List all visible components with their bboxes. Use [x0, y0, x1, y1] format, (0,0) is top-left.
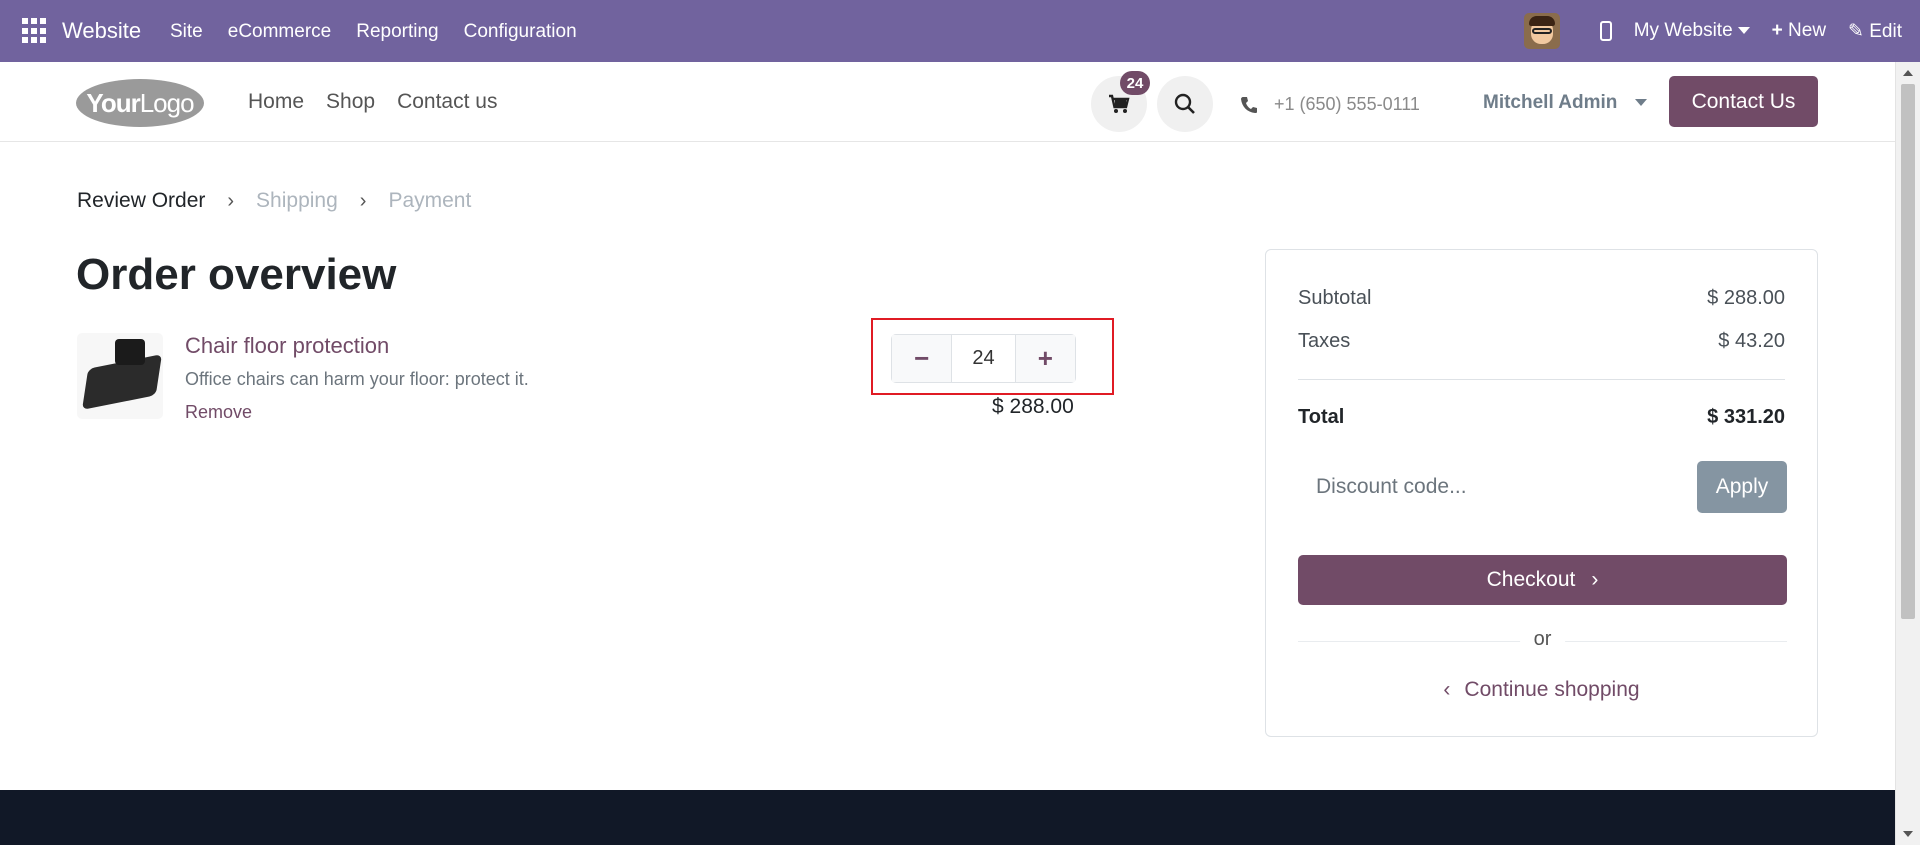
user-name: Mitchell Admin	[1483, 92, 1618, 113]
scroll-down-arrow-icon[interactable]	[1903, 831, 1913, 837]
website-switcher-label: My Website	[1633, 20, 1733, 41]
checkout-button[interactable]: Checkout ›	[1298, 555, 1787, 605]
divider	[1298, 379, 1785, 380]
subtotal-row: Subtotal $ 288.00	[1298, 287, 1785, 310]
menu-item-configuration[interactable]: Configuration	[464, 21, 577, 43]
remove-link[interactable]: Remove	[185, 402, 252, 423]
order-summary-card: Subtotal $ 288.00 Taxes $ 43.20 Total $ …	[1265, 249, 1818, 737]
discount-code-input[interactable]: Discount code...	[1298, 461, 1697, 513]
or-separator: or	[1298, 626, 1787, 656]
page-scrollbar[interactable]	[1895, 62, 1920, 845]
subtotal-value: $ 288.00	[1707, 287, 1785, 309]
taxes-label: Taxes	[1298, 330, 1351, 352]
logo-text-light: Logo	[139, 87, 195, 118]
menu-item-ecommerce[interactable]: eCommerce	[228, 21, 331, 43]
plus-icon: +	[1771, 20, 1783, 41]
menu-item-site[interactable]: Site	[170, 21, 203, 43]
page-title: Order overview	[76, 250, 397, 299]
logo-text-bold: Your	[86, 87, 140, 118]
quantity-input[interactable]: 24	[951, 335, 1016, 382]
mobile-preview-icon[interactable]	[1599, 21, 1612, 41]
apply-button[interactable]: Apply	[1697, 461, 1787, 513]
continue-shopping-link[interactable]: ‹ Continue shopping	[1266, 678, 1817, 702]
admin-bar-right: My Website + New ✎ Edit	[1523, 12, 1902, 50]
cart-count-badge: 24	[1120, 71, 1150, 95]
chevron-right-icon: ›	[227, 189, 235, 212]
edit-button[interactable]: ✎ Edit	[1848, 20, 1902, 43]
total-label: Total	[1298, 406, 1345, 428]
total-value: $ 331.20	[1707, 406, 1785, 428]
chevron-right-icon: ›	[1591, 568, 1599, 591]
cart-icon	[1109, 94, 1130, 113]
checkout-button-label: Checkout	[1486, 568, 1576, 591]
nav-shop[interactable]: Shop	[326, 90, 375, 114]
caret-down-icon	[1634, 99, 1647, 107]
scroll-up-arrow-icon[interactable]	[1903, 70, 1913, 76]
site-logo[interactable]: Your Logo	[76, 79, 204, 127]
user-menu[interactable]: Mitchell Admin	[1483, 92, 1647, 114]
step-review-order[interactable]: Review Order	[77, 189, 205, 213]
new-button[interactable]: + New	[1772, 20, 1826, 42]
line-price: $ 288.00	[992, 395, 1074, 418]
step-shipping: Shipping	[256, 189, 338, 212]
search-button[interactable]	[1157, 76, 1213, 132]
plus-icon: +	[1037, 343, 1053, 373]
website-switcher[interactable]: My Website	[1634, 20, 1750, 42]
subtotal-label: Subtotal	[1298, 287, 1372, 309]
total-row: Total $ 331.20	[1298, 406, 1785, 429]
apps-grid-icon[interactable]	[22, 18, 48, 44]
menu-item-reporting[interactable]: Reporting	[356, 21, 438, 43]
edit-button-label: Edit	[1869, 20, 1902, 42]
step-payment: Payment	[388, 189, 472, 212]
product-name-link[interactable]: Chair floor protection	[185, 333, 389, 359]
site-footer	[0, 790, 1895, 845]
increase-quantity-button[interactable]: +	[1015, 335, 1075, 382]
user-avatar[interactable]	[1523, 13, 1560, 49]
contact-us-button[interactable]: Contact Us	[1669, 76, 1818, 127]
nav-home[interactable]: Home	[248, 90, 304, 114]
website-header: Your Logo Home Shop Contact us 24 +1 (650…	[0, 62, 1895, 142]
minus-icon: −	[914, 343, 930, 373]
or-label: or	[1519, 628, 1566, 651]
new-button-label: New	[1788, 20, 1827, 41]
phone-icon	[1241, 96, 1257, 113]
search-icon	[1174, 93, 1195, 114]
site-nav: Home Shop Contact us	[248, 90, 497, 114]
nav-contact-us[interactable]: Contact us	[397, 90, 497, 114]
decrease-quantity-button[interactable]: −	[892, 335, 952, 382]
app-name[interactable]: Website	[62, 18, 141, 44]
phone-number: +1 (650) 555-0111	[1274, 94, 1420, 114]
admin-top-bar: Website Site eCommerce Reporting Configu…	[0, 0, 1920, 62]
phone-contact[interactable]: +1 (650) 555-0111	[1240, 94, 1420, 115]
scrollbar-thumb[interactable]	[1901, 84, 1915, 619]
checkout-steps: Review Order › Shipping › Payment	[77, 189, 471, 213]
chevron-left-icon: ‹	[1443, 678, 1451, 701]
caret-down-icon	[1737, 27, 1750, 35]
discount-form: Discount code... Apply	[1298, 461, 1787, 513]
taxes-row: Taxes $ 43.20	[1298, 330, 1785, 353]
continue-shopping-label: Continue shopping	[1464, 678, 1640, 701]
admin-menu: Site eCommerce Reporting Configuration	[170, 21, 577, 43]
pencil-icon: ✎	[1848, 20, 1864, 42]
taxes-value: $ 43.20	[1718, 330, 1785, 352]
chevron-right-icon: ›	[359, 189, 367, 212]
quantity-stepper: − 24 +	[891, 334, 1076, 383]
product-image[interactable]	[77, 333, 163, 419]
product-description: Office chairs can harm your floor: prote…	[185, 369, 529, 389]
cart-button[interactable]: 24	[1091, 71, 1150, 132]
